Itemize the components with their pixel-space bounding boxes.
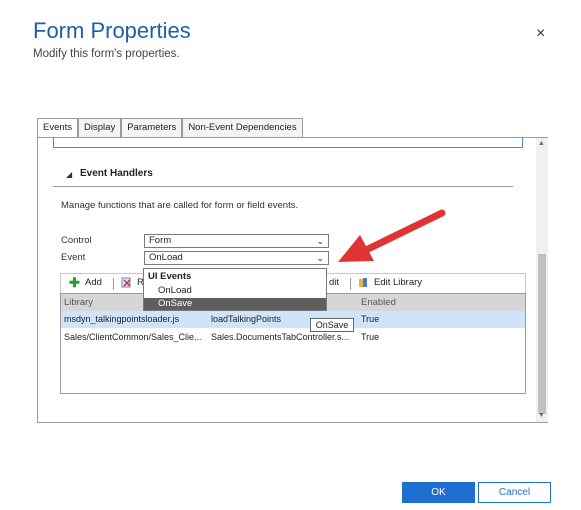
add-button[interactable]: ✚ Add bbox=[69, 275, 102, 290]
event-dropdown-list: UI Events OnLoad OnSave bbox=[143, 268, 327, 311]
table-row[interactable]: msdyn_talkingpointsloader.js loadTalking… bbox=[61, 311, 525, 328]
library-icon bbox=[358, 277, 369, 288]
dropdown-option-onsave[interactable]: OnSave bbox=[144, 298, 326, 310]
dialog-title: Form Properties bbox=[33, 18, 191, 43]
tab-events[interactable]: Events bbox=[37, 118, 79, 138]
add-icon: ✚ bbox=[69, 275, 80, 290]
section-title: Event Handlers bbox=[80, 168, 153, 179]
scrollbar-thumb[interactable] bbox=[538, 254, 546, 414]
row-enabled: True bbox=[361, 332, 380, 342]
section-divider bbox=[53, 186, 513, 187]
tab-parameters[interactable]: Parameters bbox=[121, 118, 183, 137]
row-function: loadTalkingPoints bbox=[211, 314, 282, 324]
row-function: Sales.DocumentsTabController.s... bbox=[211, 332, 350, 342]
control-value: Form bbox=[149, 235, 172, 246]
scroll-up-icon[interactable]: ▲ bbox=[538, 140, 545, 147]
edit-library-label: Edit Library bbox=[374, 277, 423, 288]
table-row[interactable]: Sales/ClientCommon/Sales_Clie... Sales.D… bbox=[61, 329, 525, 346]
event-label: Event bbox=[61, 252, 86, 263]
annotation-arrow-icon bbox=[338, 209, 446, 262]
ok-button[interactable]: OK bbox=[402, 482, 475, 503]
section-description: Manage functions that are called for for… bbox=[61, 200, 299, 211]
edit-label: dit bbox=[329, 277, 340, 288]
dropdown-group-ui-events: UI Events bbox=[148, 271, 192, 282]
dialog-subtitle: Modify this form's properties. bbox=[33, 48, 180, 60]
tab-display[interactable]: Display bbox=[78, 118, 122, 137]
close-icon[interactable]: × bbox=[536, 26, 545, 42]
add-label: Add bbox=[85, 277, 102, 288]
tab-strip: Events Display Parameters Non-Event Depe… bbox=[37, 118, 303, 138]
row-library: msdyn_talkingpointsloader.js bbox=[64, 314, 180, 324]
previous-section-box bbox=[53, 137, 523, 148]
column-header-library[interactable]: Library bbox=[64, 297, 93, 308]
control-label: Control bbox=[61, 235, 92, 246]
remove-icon bbox=[121, 277, 132, 288]
dropdown-option-onload[interactable]: OnLoad bbox=[144, 285, 326, 297]
collapse-triangle-icon[interactable]: ◢ bbox=[66, 170, 72, 179]
toolbar-separator bbox=[113, 278, 114, 290]
cancel-button[interactable]: Cancel bbox=[478, 482, 551, 503]
scroll-down-icon[interactable]: ▼ bbox=[538, 412, 545, 419]
event-value: OnLoad bbox=[149, 252, 183, 263]
chevron-down-icon: ⌄ bbox=[316, 253, 324, 263]
row-enabled: True bbox=[361, 314, 380, 324]
event-select[interactable]: OnLoad ⌄ bbox=[144, 251, 329, 265]
row-library: Sales/ClientCommon/Sales_Clie... bbox=[64, 332, 202, 342]
edit-button[interactable]: dit bbox=[329, 277, 339, 288]
vertical-scrollbar[interactable]: ▲ ▼ bbox=[536, 138, 548, 422]
chevron-down-icon: ⌄ bbox=[316, 236, 324, 246]
column-header-enabled[interactable]: Enabled bbox=[361, 297, 396, 308]
edit-library-button[interactable]: Edit Library bbox=[358, 277, 422, 288]
tooltip: OnSave bbox=[310, 318, 354, 332]
control-select[interactable]: Form ⌄ bbox=[144, 234, 329, 248]
remove-button[interactable]: R bbox=[121, 277, 144, 288]
toolbar-separator bbox=[350, 278, 351, 290]
tab-non-event-dependencies[interactable]: Non-Event Dependencies bbox=[182, 118, 303, 137]
